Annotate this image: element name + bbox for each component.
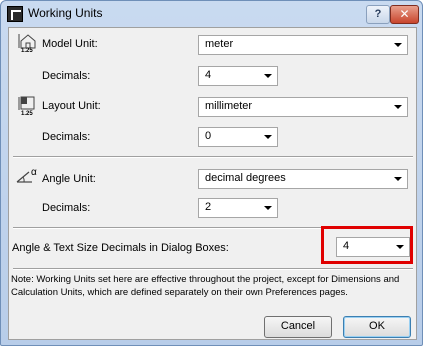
angle-decimals-label: Decimals: xyxy=(42,202,91,214)
ok-button[interactable]: OK xyxy=(343,316,411,338)
angle-unit-label: Angle Unit: xyxy=(42,173,96,185)
angle-unit-icon: α xyxy=(16,167,42,185)
separator xyxy=(13,156,413,158)
layout-decimals-label: Decimals: xyxy=(42,131,91,143)
angle-unit-value: decimal degrees xyxy=(205,172,286,184)
highlight-box xyxy=(321,226,413,264)
layout-unit-select[interactable]: millimeter xyxy=(198,97,408,117)
dropdown-arrow-icon xyxy=(394,43,402,47)
model-unit-value: meter xyxy=(205,38,234,50)
layout-unit-icon: 1.25 xyxy=(18,95,40,119)
angle-decimals-select[interactable]: 2 xyxy=(198,198,278,218)
dropdown-arrow-icon xyxy=(394,177,402,181)
note-text: Note: Working Units set here are effecti… xyxy=(11,274,400,298)
model-unit-label: Model Unit: xyxy=(42,38,98,50)
angle-unit-select[interactable]: decimal degrees xyxy=(198,169,408,189)
help-button[interactable]: ? xyxy=(366,5,390,24)
layout-unit-value: millimeter xyxy=(205,100,253,112)
app-icon xyxy=(7,6,23,22)
model-decimals-label: Decimals: xyxy=(42,70,91,82)
model-unit-icon-caption: 1.25 xyxy=(21,48,33,54)
dialog-decimals-label: Angle & Text Size Decimals in Dialog Box… xyxy=(12,242,229,254)
angle-unit-icon-caption: α xyxy=(31,167,37,178)
angle-decimals-value: 2 xyxy=(205,201,212,213)
close-button[interactable]: ✕ xyxy=(390,5,419,24)
dropdown-arrow-icon xyxy=(394,105,402,109)
model-decimals-value: 4 xyxy=(205,69,212,81)
working-units-dialog: Working Units ? ✕ 1.25 Model Unit: meter… xyxy=(0,0,423,346)
separator xyxy=(13,268,413,270)
model-unit-icon: 1.25 xyxy=(18,32,40,56)
dropdown-arrow-icon xyxy=(264,74,272,78)
dropdown-arrow-icon xyxy=(264,206,272,210)
model-unit-select[interactable]: meter xyxy=(198,35,408,55)
model-decimals-select[interactable]: 4 xyxy=(198,66,278,86)
layout-decimals-value: 0 xyxy=(205,130,212,142)
cancel-button[interactable]: Cancel xyxy=(264,316,332,338)
layout-unit-label: Layout Unit: xyxy=(42,100,101,112)
layout-decimals-select[interactable]: 0 xyxy=(198,127,278,147)
dropdown-arrow-icon xyxy=(264,135,272,139)
layout-unit-icon-caption: 1.25 xyxy=(21,111,33,117)
title-bar[interactable]: Working Units ? ✕ xyxy=(1,1,422,27)
window-title: Working Units xyxy=(28,6,103,20)
